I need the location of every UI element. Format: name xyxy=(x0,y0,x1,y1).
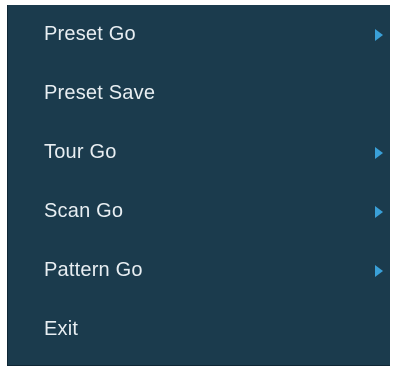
menu-item-label: Tour Go xyxy=(44,141,117,163)
menu-item-label: Preset Save xyxy=(44,82,156,104)
menu-item-label: Pattern Go xyxy=(44,259,143,281)
submenu-arrow-icon xyxy=(375,205,383,218)
context-menu: Preset Go Preset Save Tour Go Scan Go Pa… xyxy=(7,5,390,366)
submenu-arrow-icon xyxy=(375,146,383,159)
menu-item-label: Scan Go xyxy=(44,200,124,222)
menu-item-preset-go[interactable]: Preset Go xyxy=(8,5,390,64)
submenu-arrow-icon xyxy=(375,264,383,277)
menu-item-pattern-go[interactable]: Pattern Go xyxy=(8,241,390,300)
menu-item-label: Preset Go xyxy=(44,23,136,45)
submenu-arrow-icon xyxy=(375,28,383,41)
menu-item-tour-go[interactable]: Tour Go xyxy=(8,123,390,182)
menu-item-label: Exit xyxy=(44,318,79,340)
menu-item-scan-go[interactable]: Scan Go xyxy=(8,182,390,241)
menu-item-exit[interactable]: Exit xyxy=(8,300,390,359)
menu-item-preset-save[interactable]: Preset Save xyxy=(8,64,390,123)
